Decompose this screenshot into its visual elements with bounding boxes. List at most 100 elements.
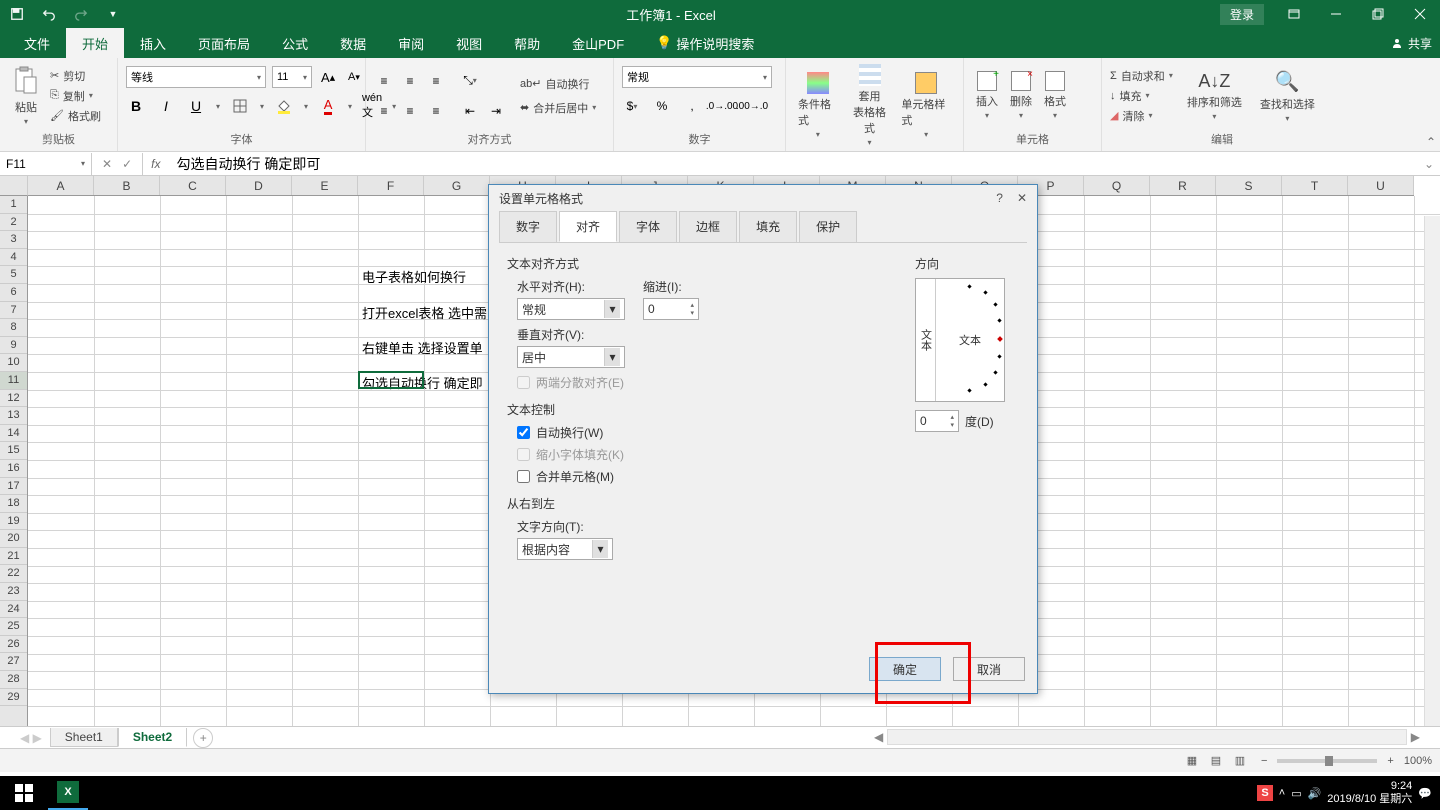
align-bottom-icon[interactable]: ≡: [426, 71, 446, 91]
tab-pdf[interactable]: 金山PDF: [556, 28, 640, 58]
v-align-select[interactable]: 居中▾: [517, 346, 625, 368]
orientation-control[interactable]: 文本 文本: [915, 278, 1005, 402]
zoom-slider[interactable]: [1277, 759, 1377, 763]
clear-button[interactable]: ◢ 清除 ▾: [1110, 108, 1173, 124]
dlg-tab-number[interactable]: 数字: [499, 211, 557, 242]
row-header-2[interactable]: 2: [0, 214, 27, 232]
row-header-20[interactable]: 20: [0, 530, 27, 548]
dlg-tab-align[interactable]: 对齐: [559, 211, 617, 242]
tab-view[interactable]: 视图: [440, 28, 498, 58]
align-right-icon[interactable]: ≡: [426, 101, 446, 121]
fill-color-icon[interactable]: [274, 96, 294, 116]
tray-app-icon[interactable]: S: [1257, 785, 1272, 801]
dlg-tab-protect[interactable]: 保护: [799, 211, 857, 242]
row-header-23[interactable]: 23: [0, 583, 27, 601]
row-header-22[interactable]: 22: [0, 565, 27, 583]
row-header-1[interactable]: 1: [0, 196, 27, 214]
horizontal-scrollbar[interactable]: [887, 729, 1407, 745]
login-button[interactable]: 登录: [1220, 4, 1264, 25]
dlg-tab-font[interactable]: 字体: [619, 211, 677, 242]
row-header-13[interactable]: 13: [0, 407, 27, 425]
orientation-icon[interactable]: ⤡▾: [460, 71, 480, 91]
sheet-nav[interactable]: ◀ ▶: [20, 731, 50, 745]
excel-taskbar-icon[interactable]: X: [48, 776, 88, 810]
start-button[interactable]: [4, 776, 44, 810]
tab-home[interactable]: 开始: [66, 28, 124, 58]
vertical-scrollbar[interactable]: [1424, 216, 1440, 726]
col-header-T[interactable]: T: [1282, 176, 1348, 195]
page-break-icon[interactable]: ▥: [1229, 752, 1251, 770]
normal-view-icon[interactable]: ▦: [1181, 752, 1203, 770]
paste-button[interactable]: 粘贴 ▾: [8, 63, 44, 128]
row-header-11[interactable]: 11: [0, 372, 27, 390]
col-header-Q[interactable]: Q: [1084, 176, 1150, 195]
ribbon-options-icon[interactable]: [1274, 0, 1314, 28]
cancel-button[interactable]: 取消: [953, 657, 1025, 681]
row-header-21[interactable]: 21: [0, 548, 27, 566]
maximize-icon[interactable]: [1358, 0, 1398, 28]
cancel-formula-icon[interactable]: ✕: [102, 157, 112, 171]
italic-icon[interactable]: I: [156, 96, 176, 116]
tell-me[interactable]: 💡操作说明搜索: [640, 28, 770, 58]
row-header-17[interactable]: 17: [0, 478, 27, 496]
zoom-level[interactable]: 100%: [1404, 755, 1432, 767]
fx-icon[interactable]: fx: [143, 157, 168, 171]
row-header-10[interactable]: 10: [0, 354, 27, 372]
align-center-icon[interactable]: ≡: [400, 101, 420, 121]
row-header-15[interactable]: 15: [0, 442, 27, 460]
percent-icon[interactable]: %: [652, 96, 672, 116]
notifications-icon[interactable]: 💬: [1418, 787, 1432, 800]
row-header-3[interactable]: 3: [0, 231, 27, 249]
align-left-icon[interactable]: ≡: [374, 101, 394, 121]
font-name-combo[interactable]: 等线▾: [126, 66, 266, 88]
row-header-7[interactable]: 7: [0, 302, 27, 320]
sheet-tab-1[interactable]: Sheet1: [50, 728, 118, 747]
autosum-button[interactable]: Σ 自动求和 ▾: [1110, 68, 1173, 84]
row-header-18[interactable]: 18: [0, 495, 27, 513]
row-header-25[interactable]: 25: [0, 618, 27, 636]
undo-icon[interactable]: [40, 5, 58, 23]
tab-file[interactable]: 文件: [8, 28, 66, 58]
row-header-14[interactable]: 14: [0, 425, 27, 443]
degree-spinner[interactable]: 0▴▾: [915, 410, 959, 432]
format-cells-button[interactable]: 格式▾: [1040, 69, 1070, 122]
row-header-28[interactable]: 28: [0, 671, 27, 689]
col-header-C[interactable]: C: [160, 176, 226, 195]
col-header-U[interactable]: U: [1348, 176, 1414, 195]
col-header-S[interactable]: S: [1216, 176, 1282, 195]
save-icon[interactable]: [8, 5, 26, 23]
zoom-out-icon[interactable]: −: [1261, 755, 1267, 767]
tab-review[interactable]: 审阅: [382, 28, 440, 58]
clock[interactable]: 9:24 2019/8/10 星期六: [1327, 780, 1412, 806]
font-size-combo[interactable]: 11▾: [272, 66, 312, 88]
collapse-ribbon-icon[interactable]: ⌃: [1426, 135, 1436, 149]
col-header-F[interactable]: F: [358, 176, 424, 195]
number-format-combo[interactable]: 常规▾: [622, 66, 772, 88]
row-header-27[interactable]: 27: [0, 653, 27, 671]
row-header-12[interactable]: 12: [0, 390, 27, 408]
row-header-24[interactable]: 24: [0, 601, 27, 619]
tray-ime-icon[interactable]: ▭: [1291, 787, 1301, 800]
dialog-close-icon[interactable]: ✕: [1017, 191, 1027, 205]
row-header-26[interactable]: 26: [0, 636, 27, 654]
underline-icon[interactable]: U: [186, 96, 206, 116]
insert-cells-button[interactable]: +插入▾: [972, 69, 1002, 122]
tab-formulas[interactable]: 公式: [266, 28, 324, 58]
col-header-G[interactable]: G: [424, 176, 490, 195]
cell-styles-button[interactable]: 单元格样式▾: [897, 70, 955, 141]
decrease-indent-icon[interactable]: ⇤: [460, 101, 480, 121]
tab-help[interactable]: 帮助: [498, 28, 556, 58]
font-color-icon[interactable]: A: [318, 96, 338, 116]
align-middle-icon[interactable]: ≡: [400, 71, 420, 91]
text-dir-select[interactable]: 根据内容▾: [517, 538, 613, 560]
merge-center-button[interactable]: ⬌合并后居中 ▾: [520, 100, 596, 116]
row-header-6[interactable]: 6: [0, 284, 27, 302]
col-header-B[interactable]: B: [94, 176, 160, 195]
copy-button[interactable]: ⎘复制 ▾: [50, 88, 101, 104]
col-header-D[interactable]: D: [226, 176, 292, 195]
tab-layout[interactable]: 页面布局: [182, 28, 266, 58]
select-all-corner[interactable]: [0, 176, 28, 196]
tray-volume-icon[interactable]: 🔊: [1308, 787, 1322, 800]
align-top-icon[interactable]: ≡: [374, 71, 394, 91]
delete-cells-button[interactable]: ×删除▾: [1006, 69, 1036, 122]
